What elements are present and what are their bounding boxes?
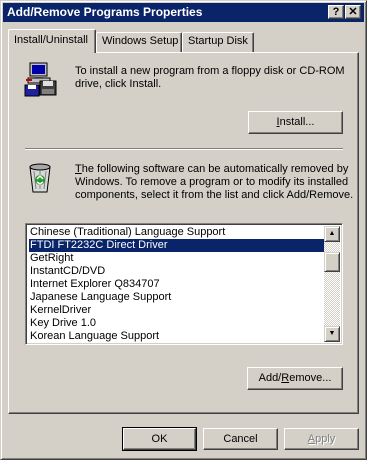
program-list-item[interactable]: FTDI FT2232C Direct Driver: [29, 239, 325, 252]
tab-panel: To install a new program from a floppy d…: [8, 52, 359, 414]
tab-label: Install/Uninstall: [14, 34, 88, 46]
close-icon: ✕: [348, 6, 358, 18]
recycle-bin-icon: [29, 163, 51, 193]
install-label: nstall...: [279, 116, 315, 128]
apply-button[interactable]: Apply: [284, 428, 359, 450]
apply-mnemonic: A: [307, 433, 316, 445]
add-remove-mnemonic: R: [281, 372, 290, 384]
cancel-label: Cancel: [223, 433, 258, 445]
program-list-items: Chinese (Traditional) Language Support FT…: [29, 226, 325, 343]
tab-label: Windows Setup: [102, 35, 179, 47]
scroll-up-icon: ▲: [328, 230, 336, 237]
tab-install-uninstall[interactable]: Install/Uninstall: [8, 29, 96, 53]
remove-description: The following software can be automatica…: [75, 163, 355, 202]
tab-label: Startup Disk: [188, 35, 248, 47]
title-bar[interactable]: Add/Remove Programs Properties ? ✕: [3, 3, 364, 22]
window-title: Add/Remove Programs Properties: [7, 5, 203, 19]
ok-button[interactable]: OK: [122, 427, 197, 451]
program-list-item[interactable]: Key Drive 1.0: [29, 317, 325, 330]
cancel-button[interactable]: Cancel: [203, 428, 278, 450]
remove-description-mnemonic: T: [75, 163, 82, 175]
scroll-down-icon: ▼: [328, 330, 336, 337]
program-list-item[interactable]: GetRight: [29, 252, 325, 265]
list-scrollbar[interactable]: ▲ ▼: [324, 226, 340, 342]
add-remove-button[interactable]: Add/Remove...: [247, 367, 343, 390]
program-list-item[interactable]: Korean Language Support: [29, 330, 325, 343]
help-icon: ?: [332, 6, 340, 18]
tab-windows-setup[interactable]: Windows Setup: [96, 32, 182, 52]
ok-label: OK: [151, 433, 168, 445]
program-list-item[interactable]: Chinese (Traditional) Language Support: [29, 226, 325, 239]
program-list-item[interactable]: KernelDriver: [29, 304, 325, 317]
computer-floppy-icon: [24, 62, 57, 97]
add-remove-label: emove...: [289, 372, 332, 384]
scroll-thumb[interactable]: [324, 252, 340, 272]
remove-description-text: he following software can be automatical…: [75, 163, 354, 201]
install-description: To install a new program from a floppy d…: [75, 65, 345, 90]
scroll-down-button[interactable]: ▼: [324, 326, 340, 342]
apply-label: pply: [315, 433, 336, 445]
program-list-item[interactable]: Japanese Language Support: [29, 291, 325, 304]
program-list-item[interactable]: InstantCD/DVD: [29, 265, 325, 278]
close-button[interactable]: ✕: [345, 5, 361, 19]
program-list-item[interactable]: Internet Explorer Q834707: [29, 278, 325, 291]
help-button[interactable]: ?: [328, 5, 344, 19]
scroll-up-button[interactable]: ▲: [324, 226, 340, 242]
install-button[interactable]: Install...: [248, 111, 343, 134]
program-list[interactable]: Chinese (Traditional) Language Support FT…: [25, 223, 343, 345]
section-divider: [25, 148, 343, 150]
tab-startup-disk[interactable]: Startup Disk: [182, 32, 254, 52]
add-remove-label-prefix: Add/: [258, 372, 282, 384]
properties-dialog: Add/Remove Programs Properties ? ✕ Insta…: [0, 0, 367, 460]
